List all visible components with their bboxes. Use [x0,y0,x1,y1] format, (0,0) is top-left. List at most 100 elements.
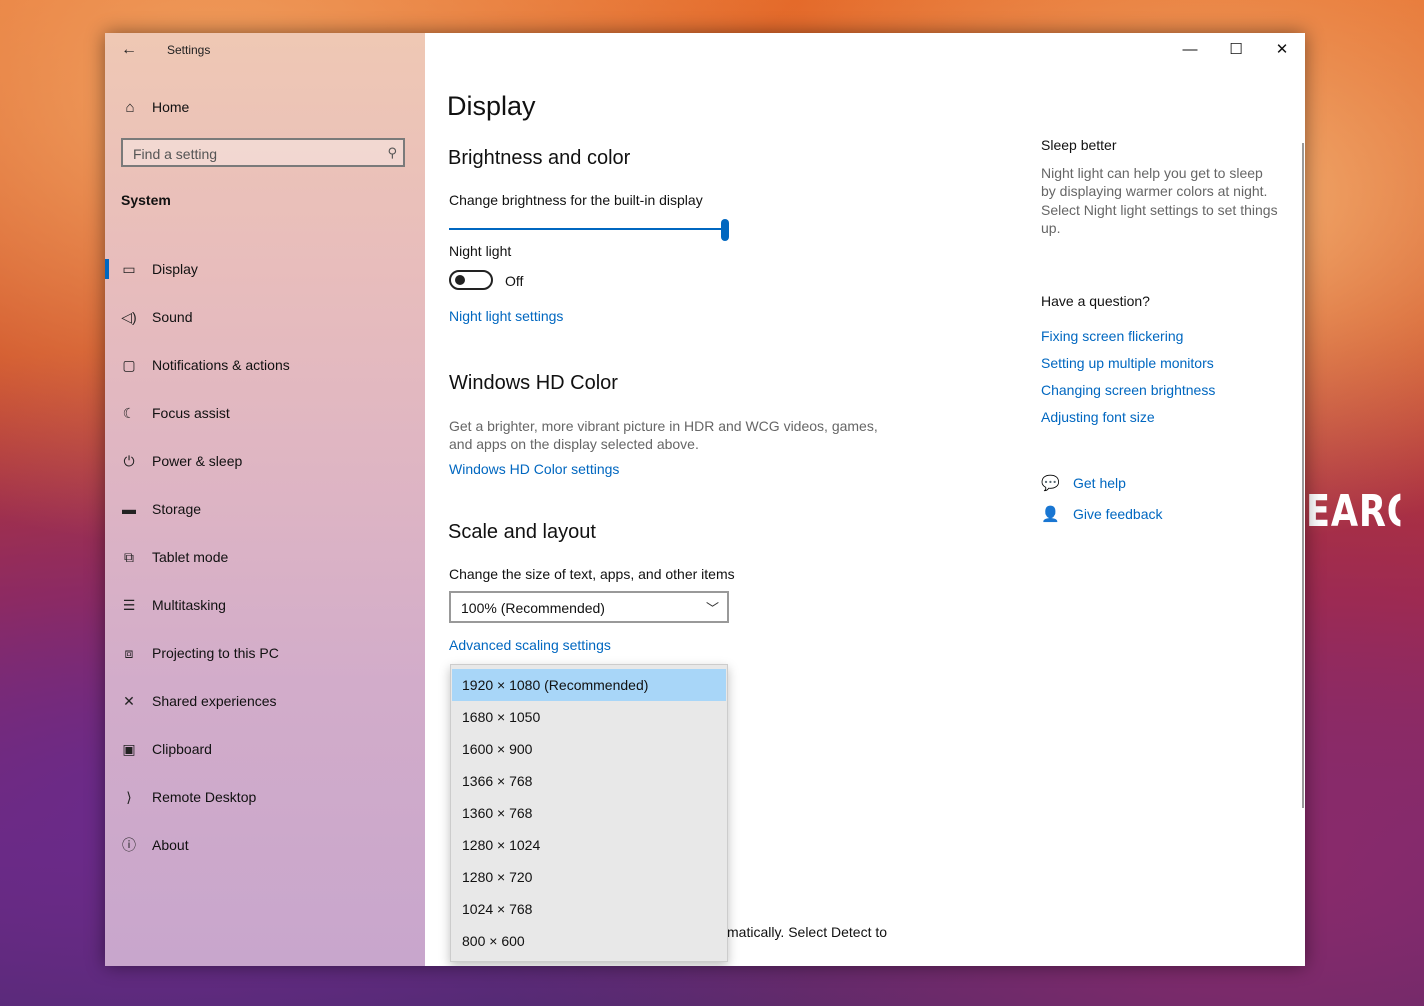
hdr-description-1: Get a brighter, more vibrant picture in … [449,418,878,434]
sleep-text-1: Night light can help you get to sleep [1041,165,1263,181]
hdr-heading: Windows HD Color [449,372,618,394]
sidebar-item-home[interactable]: ⌂ Home [121,95,189,119]
resolution-option[interactable]: 1920 × 1080 (Recommended) [452,669,726,701]
sidebar-item-power-sleep[interactable]: ⏻ Power & sleep [105,437,425,485]
feedback-icon: 👤 [1041,506,1060,523]
search-input[interactable]: Find a setting ⚲ [121,138,405,167]
window-controls: — ☐ ✕ [1167,33,1305,67]
sidebar-item-notifications-actions[interactable]: ▢ Notifications & actions [105,341,425,389]
sidebar-item-display[interactable]: ▭ Display [105,245,425,293]
sidebar: ← Settings ⌂ Home Find a setting ⚲ Syste… [105,33,425,966]
speaker-icon: ◁) [121,308,137,325]
share-icon: ✕ [123,692,135,709]
section-label: System [121,192,171,208]
sidebar-nav: ▭ Display ◁) Sound ▢ Notifications & actions ☾… [105,245,425,869]
give-feedback-row[interactable]: 👤 Give feedback [1041,505,1163,523]
sleep-text-2: by displaying warmer colors at night. [1041,183,1268,199]
sidebar-item-storage[interactable]: ▬ Storage [105,485,425,533]
chevron-down-icon: ﹀ [705,601,719,616]
sidebar-item-label: Shared experiences [152,693,277,709]
resolution-dropdown[interactable]: 1920 × 1080 (Recommended) 1680 × 1050 1600… [450,664,728,962]
moon-icon: ☾ [122,404,136,421]
sidebar-item-label: Remote Desktop [152,789,257,805]
sidebar-item-label: Power & sleep [152,453,243,469]
sidebar-item-about[interactable]: ⓘ About [105,821,425,869]
message-icon: ▢ [122,356,136,373]
content-pane: — ☐ ✕ Display Brightness and color Chang… [425,33,1305,966]
back-arrow-icon[interactable]: ← [117,39,141,61]
night-light-toggle[interactable] [449,270,493,290]
slider-track [449,228,725,230]
night-light-label: Night light [449,243,512,259]
sidebar-item-label: Multitasking [152,597,226,613]
info-icon: ⓘ [122,837,136,853]
resolution-option[interactable]: 800 × 600 [452,925,726,957]
sleep-text-4: up. [1041,220,1061,236]
help-link[interactable]: Fixing screen flickering [1041,328,1183,344]
sidebar-item-label: Tablet mode [152,549,229,565]
storage-icon: ▬ [122,501,136,517]
sidebar-item-projecting-to-this-pc[interactable]: ⧈ Projecting to this PC [105,629,425,677]
monitor-icon: ▭ [122,260,136,277]
home-icon: ⌂ [125,98,135,116]
scale-label: Change the size of text, apps, and other… [449,566,735,582]
sleep-text-3: Select Night light settings to set thing… [1041,202,1278,218]
help-link[interactable]: Setting up multiple monitors [1041,355,1214,371]
hdr-description-2: and apps on the display selected above. [449,436,699,452]
get-help-link[interactable]: Get help [1073,475,1126,491]
scrollbar[interactable] [1302,143,1304,808]
scale-select[interactable]: 100% (Recommended) ﹀ [449,591,729,623]
brightness-label: Change brightness for the built-in displ… [449,192,703,208]
sidebar-item-label: Sound [152,309,193,325]
slider-thumb[interactable] [721,219,729,241]
question-heading: Have a question? [1041,293,1150,309]
resolution-option[interactable]: 1360 × 768 [452,797,726,829]
help-link[interactable]: Changing screen brightness [1041,382,1215,398]
give-feedback-link[interactable]: Give feedback [1073,506,1163,522]
sidebar-item-label: Clipboard [152,741,212,757]
brightness-slider[interactable] [449,219,731,241]
home-label: Home [152,99,190,115]
settings-window: ← Settings ⌂ Home Find a setting ⚲ Syste… [105,33,1305,966]
resolution-option[interactable]: 1024 × 768 [452,893,726,925]
detect-partial-text: matically. Select Detect to [727,924,888,940]
minimize-icon[interactable]: — [1167,33,1213,67]
clipboard-icon: ▣ [122,740,136,757]
resolution-option[interactable]: 1280 × 720 [452,861,726,893]
search-icon: ⚲ [387,145,397,160]
scale-heading: Scale and layout [448,521,596,543]
night-light-settings-link[interactable]: Night light settings [449,308,563,324]
advanced-scaling-link[interactable]: Advanced scaling settings [449,637,611,653]
close-icon[interactable]: ✕ [1259,33,1305,67]
sidebar-item-label: Focus assist [152,405,230,421]
sidebar-item-label: About [152,837,189,853]
resolution-option[interactable]: 1600 × 900 [452,733,726,765]
hdr-settings-link[interactable]: Windows HD Color settings [449,461,619,477]
sidebar-item-remote-desktop[interactable]: ⟩ Remote Desktop [105,773,425,821]
sidebar-item-sound[interactable]: ◁) Sound [105,293,425,341]
resolution-option[interactable]: 1366 × 768 [452,765,726,797]
sidebar-item-label: Display [152,261,198,277]
sidebar-item-clipboard[interactable]: ▣ Clipboard [105,725,425,773]
page-title: Display [447,91,536,121]
maximize-icon[interactable]: ☐ [1213,33,1259,67]
sidebar-item-focus-assist[interactable]: ☾ Focus assist [105,389,425,437]
help-link[interactable]: Adjusting font size [1041,409,1155,425]
sidebar-item-shared-experiences[interactable]: ✕ Shared experiences [105,677,425,725]
sidebar-item-label: Notifications & actions [152,357,290,373]
app-title: Settings [167,43,211,57]
chat-help-icon: 💬 [1041,475,1060,492]
get-help-row[interactable]: 💬 Get help [1041,474,1126,492]
sidebar-item-multitasking[interactable]: ☰ Multitasking [105,581,425,629]
search-placeholder: Find a setting [133,146,218,162]
project-icon: ⧈ [124,644,134,661]
title-bar: ← Settings [105,33,425,67]
multitasking-icon: ☰ [122,596,136,613]
sidebar-item-tablet-mode[interactable]: ⧉ Tablet mode [105,533,425,581]
resolution-option[interactable]: 1680 × 1050 [452,701,726,733]
power-icon: ⏻ [123,452,135,469]
remote-icon: ⟩ [126,788,132,805]
tablet-icon: ⧉ [124,548,134,565]
scale-select-value: 100% (Recommended) [461,600,605,616]
resolution-option[interactable]: 1280 × 1024 [452,829,726,861]
